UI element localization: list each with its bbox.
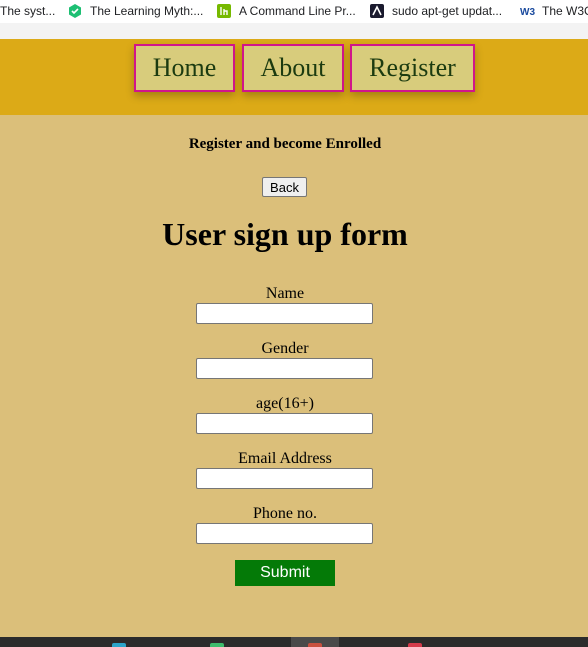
- back-button[interactable]: Back: [262, 177, 307, 197]
- gender-field[interactable]: [196, 358, 373, 379]
- submit-button[interactable]: Submit: [235, 560, 335, 586]
- bookmark-label: The W3C: [542, 4, 588, 18]
- taskbar-app-icon[interactable]: [408, 643, 422, 647]
- taskbar-app-icon[interactable]: [210, 643, 224, 647]
- page-top-strip: [0, 23, 588, 39]
- age-field[interactable]: [196, 413, 373, 434]
- nav-register-button[interactable]: Register: [350, 44, 475, 92]
- email-field[interactable]: [196, 468, 373, 489]
- email-label: Email Address: [238, 450, 332, 467]
- taskbar-app-icon[interactable]: [308, 643, 322, 647]
- age-label: age(16+): [256, 395, 314, 412]
- phone-field[interactable]: [196, 523, 373, 544]
- bookmark-item[interactable]: sudo apt-get updat...: [370, 3, 502, 19]
- lh-logo-icon: [217, 4, 231, 18]
- bookmark-item[interactable]: The Learning Myth:...: [68, 3, 203, 19]
- bookmark-label: A Command Line Pr...: [239, 4, 356, 18]
- svg-text:W3: W3: [520, 7, 535, 18]
- taskbar-app-icon[interactable]: [112, 643, 126, 647]
- bookmark-label: The Learning Myth:...: [90, 4, 204, 18]
- bookmark-item[interactable]: W3 The W3C: [520, 3, 588, 19]
- page-title: User sign up form: [162, 216, 408, 252]
- top-navigation: Home About Register: [0, 39, 588, 115]
- w3-icon: W3: [520, 4, 536, 18]
- nav-about-button[interactable]: About: [242, 44, 344, 92]
- name-field[interactable]: [196, 303, 373, 324]
- triangle-logo-icon: [370, 4, 384, 18]
- bookmark-label: The syst...: [0, 4, 56, 18]
- phone-label: Phone no.: [253, 505, 317, 522]
- gender-label: Gender: [261, 340, 309, 357]
- page-subtitle: Register and become Enrolled: [188, 136, 382, 152]
- bookmarks-bar: The syst... The Learning Myth:... A Comm…: [0, 0, 588, 23]
- bookmark-item[interactable]: The syst...: [0, 3, 55, 19]
- nav-home-button[interactable]: Home: [134, 44, 235, 92]
- name-label: Name: [265, 285, 305, 302]
- hexagon-icon: [68, 4, 82, 18]
- bookmark-label: sudo apt-get updat...: [392, 4, 503, 18]
- taskbar: [0, 637, 588, 647]
- bookmark-item[interactable]: A Command Line Pr...: [217, 3, 356, 19]
